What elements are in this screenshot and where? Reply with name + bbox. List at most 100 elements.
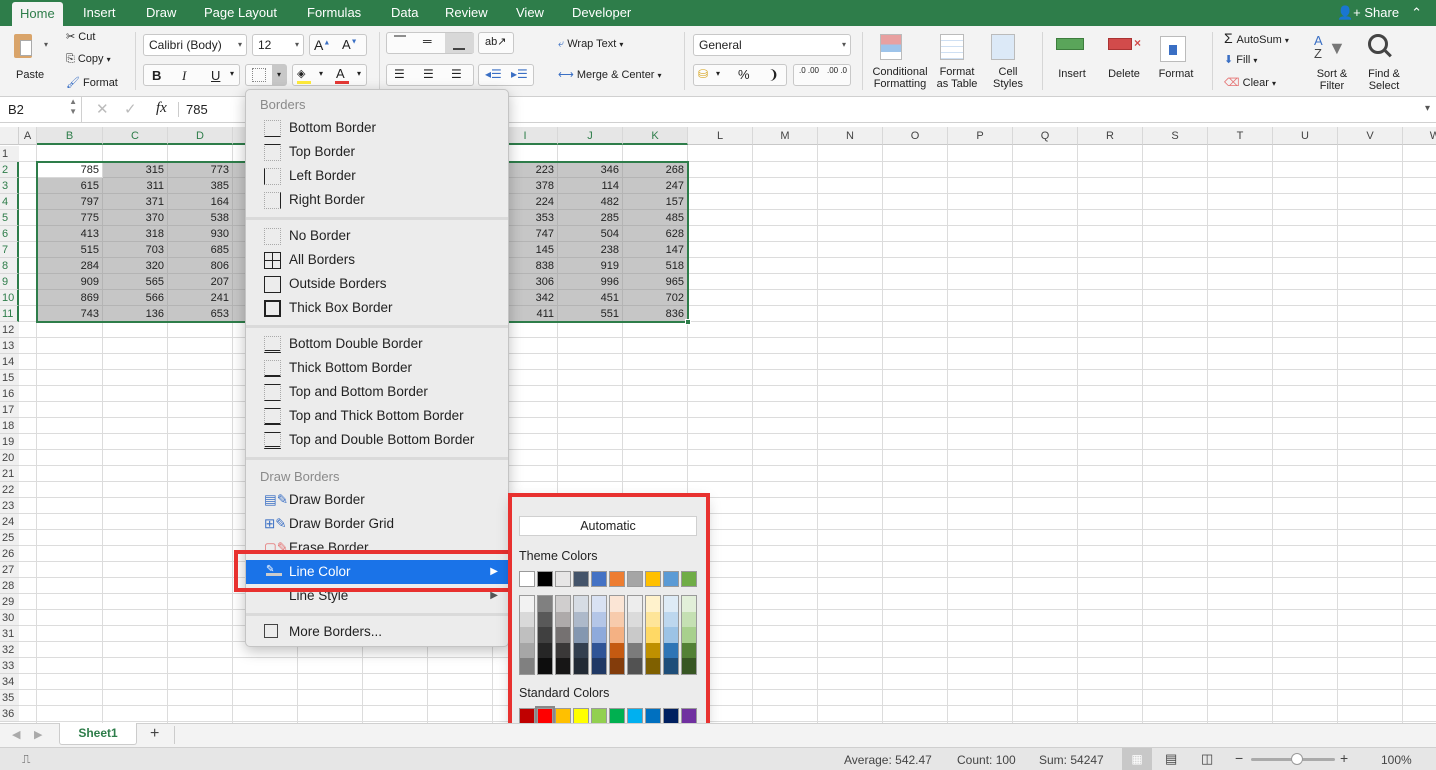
expand-formula-bar-icon[interactable]: ▾ [1425,103,1430,114]
row-header-4[interactable]: 4 [0,194,19,210]
zoom-out-icon[interactable]: − [1235,750,1243,766]
column-header-n[interactable]: N [818,127,883,145]
conditional-formatting-button[interactable]: Conditional Formatting [870,32,930,94]
row-header-22[interactable]: 22 [0,482,19,498]
increase-indent-icon[interactable]: ▸☰ [511,67,528,81]
row-header-32[interactable]: 32 [0,642,19,658]
column-header-q[interactable]: Q [1013,127,1078,145]
normal-view-button[interactable]: ▦ [1122,748,1152,770]
accounting-format-icon[interactable]: ⛁ [698,67,708,81]
row-header-33[interactable]: 33 [0,658,19,674]
cut-button[interactable]: ✂ Cut [66,30,95,43]
menu-item-bottom-border[interactable]: Bottom Border [246,116,508,140]
menu-item-bottom-double-border[interactable]: Bottom Double Border [246,332,508,356]
row-header-12[interactable]: 12 [0,322,19,338]
column-header-j[interactable]: J [558,127,623,145]
menu-item-erase-border[interactable]: ▢✎ Erase Border [246,536,508,550]
select-all-corner[interactable] [0,127,19,145]
name-box[interactable]: B2 ▲ ▼ [0,97,82,122]
column-header-p[interactable]: P [948,127,1013,145]
row-header-30[interactable]: 30 [0,610,19,626]
row-header-9[interactable]: 9 [0,274,19,290]
orientation-button[interactable]: ab↗ [478,32,514,54]
row-header-15[interactable]: 15 [0,370,19,386]
zoom-in-icon[interactable]: + [1340,750,1348,766]
row-header-11[interactable]: 11 [0,306,19,322]
row-header-36[interactable]: 36 [0,706,19,722]
column-header-t[interactable]: T [1208,127,1273,145]
column-header-v[interactable]: V [1338,127,1403,145]
borders-button[interactable]: ▾ [245,64,287,86]
decrease-font-size-icon[interactable]: A▼ [342,37,358,52]
row-header-26[interactable]: 26 [0,546,19,562]
decrease-indent-icon[interactable]: ◂☰ [485,67,502,81]
menu-item-top-thick-bottom-border[interactable]: Top and Thick Bottom Border [246,404,508,428]
name-box-stepper-icon[interactable]: ▲ ▼ [69,97,77,117]
align-center-icon[interactable]: ☰ [423,67,434,81]
menu-item-all-borders[interactable]: All Borders [246,248,508,272]
menu-item-left-border[interactable]: Left Border [246,164,508,188]
underline-button[interactable]: U [211,68,220,83]
row-header-17[interactable]: 17 [0,402,19,418]
row-header-16[interactable]: 16 [0,386,19,402]
fill-color-dropdown-icon[interactable]: ▾ [319,69,323,78]
row-header-6[interactable]: 6 [0,226,19,242]
delete-cells-button[interactable]: × Delete [1102,32,1146,94]
tab-developer[interactable]: Developer [572,0,631,26]
paste-dropdown-icon[interactable]: ▾ [44,40,48,49]
align-middle-icon[interactable]: ═ [423,34,432,48]
macro-record-icon[interactable]: ⎍ [22,752,30,767]
collapse-ribbon-icon[interactable]: ⌃ [1411,5,1422,20]
menu-item-top-double-bottom-border[interactable]: Top and Double Bottom Border [246,428,508,452]
row-header-19[interactable]: 19 [0,434,19,450]
row-header-21[interactable]: 21 [0,466,19,482]
font-color-icon[interactable]: A [335,66,349,84]
page-break-view-icon[interactable]: ◫ [1201,751,1213,767]
menu-item-draw-border-grid[interactable]: ⊞✎ Draw Border Grid [246,512,508,536]
cancel-icon[interactable]: ✕ [96,100,109,118]
tab-home[interactable]: Home [12,2,63,26]
increase-decimal-button[interactable]: .0 .00 [797,66,821,75]
align-bottom-icon[interactable] [445,33,474,53]
borders-dropdown-icon[interactable]: ▾ [272,65,286,85]
tab-page-layout[interactable]: Page Layout [204,0,277,26]
column-header-w[interactable]: W [1403,127,1436,145]
insert-cells-button[interactable]: Insert [1050,32,1094,94]
format-painter-button[interactable]: 🖌 Format [66,76,118,89]
tab-data[interactable]: Data [391,0,418,26]
share-button[interactable]: 👤+ Share ⌃ [1337,0,1422,26]
row-header-25[interactable]: 25 [0,530,19,546]
row-header-14[interactable]: 14 [0,354,19,370]
menu-item-thick-box-border[interactable]: Thick Box Border [246,296,508,320]
accounting-dropdown-icon[interactable]: ▾ [716,69,720,78]
row-header-3[interactable]: 3 [0,178,19,194]
align-top-icon[interactable]: ⎺ [394,34,406,49]
row-header-10[interactable]: 10 [0,290,19,306]
tab-insert[interactable]: Insert [83,0,116,26]
format-cells-button[interactable]: Format [1154,32,1198,94]
number-format-select[interactable]: General ▾ [693,34,851,56]
column-header-o[interactable]: O [883,127,948,145]
zoom-slider[interactable] [1251,753,1335,765]
underline-dropdown-icon[interactable]: ▾ [230,69,234,78]
percent-style-button[interactable]: % [738,67,750,82]
align-left-icon[interactable]: ☰ [394,67,405,81]
wrap-text-button[interactable]: ⤶ Wrap Text ▾ [558,38,623,51]
bold-button[interactable]: B [152,68,161,83]
decrease-decimal-button[interactable]: .00 .0 [825,66,849,75]
column-header-l[interactable]: L [688,127,753,145]
row-header-24[interactable]: 24 [0,514,19,530]
align-right-icon[interactable]: ☰ [451,67,462,81]
column-header-r[interactable]: R [1078,127,1143,145]
menu-item-thick-bottom-border[interactable]: Thick Bottom Border [246,356,508,380]
fill-color-icon[interactable]: ◈ [297,67,311,84]
row-header-1[interactable]: 1 [0,146,19,162]
menu-item-draw-border[interactable]: ▤✎ Draw Border [246,488,508,512]
row-header-18[interactable]: 18 [0,418,19,434]
tab-view[interactable]: View [516,0,544,26]
increase-font-size-icon[interactable]: A▲ [314,37,330,53]
menu-item-no-border[interactable]: No Border [246,224,508,248]
column-header-m[interactable]: M [753,127,818,145]
row-header-35[interactable]: 35 [0,690,19,706]
tab-formulas[interactable]: Formulas [307,0,361,26]
